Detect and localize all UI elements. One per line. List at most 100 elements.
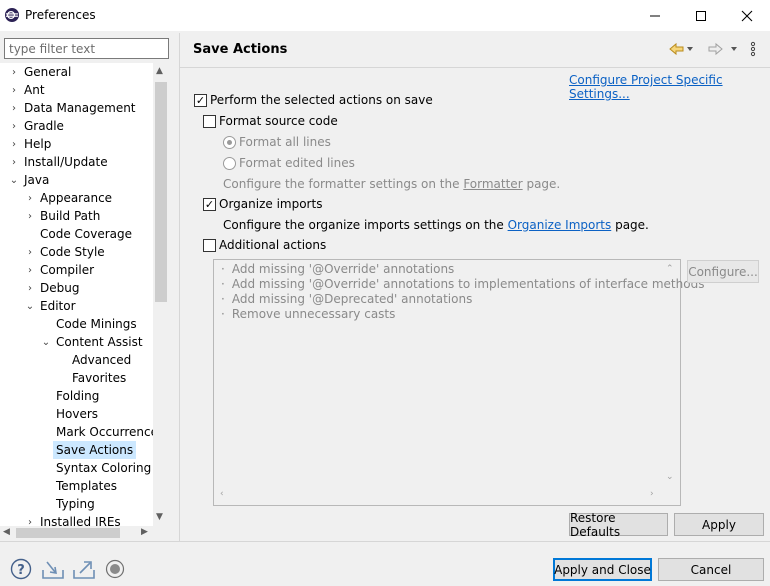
perform-actions-checkbox[interactable]: ✓ xyxy=(194,94,207,107)
formatter-link[interactable]: Formatter xyxy=(463,177,522,191)
format-edited-lines-label: Format edited lines xyxy=(239,156,355,170)
list-scroll-down-icon[interactable]: ⌄ xyxy=(666,472,674,482)
more-options-icon[interactable] xyxy=(749,41,757,57)
tree-expander-icon[interactable]: › xyxy=(9,117,19,135)
checkmark-icon: ✓ xyxy=(204,198,215,211)
tree-item[interactable]: Advanced xyxy=(72,351,131,369)
formatter-hint: Configure the formatter settings on the … xyxy=(223,177,560,191)
tree-item[interactable]: Favorites xyxy=(72,369,126,387)
minimize-icon xyxy=(650,15,660,16)
help-icon[interactable]: ? xyxy=(10,558,32,580)
tree-item[interactable]: Gradle xyxy=(24,117,64,135)
tree-expander-icon[interactable]: › xyxy=(9,99,19,117)
format-source-checkbox[interactable] xyxy=(203,115,216,128)
scroll-down-arrow-icon[interactable]: ▼ xyxy=(156,512,163,522)
tree-item[interactable]: Hovers xyxy=(56,405,98,423)
additional-actions-label: Additional actions xyxy=(219,238,327,252)
tree-expander-icon[interactable]: ⌄ xyxy=(25,297,35,315)
list-scroll-right-icon[interactable]: › xyxy=(650,489,654,499)
apply-button[interactable]: Apply xyxy=(674,513,764,536)
close-icon xyxy=(741,10,753,21)
tree-expander-icon[interactable]: › xyxy=(25,279,35,297)
checkmark-icon: ✓ xyxy=(195,94,206,107)
list-scroll-left-icon[interactable]: ‹ xyxy=(220,489,224,499)
tree-item[interactable]: Code Minings xyxy=(56,315,137,333)
scroll-up-arrow-icon[interactable]: ▲ xyxy=(156,66,163,76)
tree-item[interactable]: Content Assist xyxy=(56,333,143,351)
bullet-icon: · xyxy=(221,277,225,291)
tree-expander-icon[interactable]: › xyxy=(9,135,19,153)
configure-project-settings-link[interactable]: Configure Project Specific Settings... xyxy=(569,73,770,101)
tree-item[interactable]: Typing xyxy=(56,495,95,513)
list-scroll-up-icon[interactable]: ⌃ xyxy=(666,264,674,274)
tree-vertical-scroll-thumb[interactable] xyxy=(155,82,167,302)
svg-text:?: ? xyxy=(17,563,25,578)
tree-item[interactable]: Code Style xyxy=(40,243,105,261)
tree-expander-icon[interactable]: › xyxy=(9,81,19,99)
back-menu-chevron-icon[interactable] xyxy=(686,45,694,53)
scroll-left-arrow-icon[interactable]: ◀ xyxy=(3,527,10,537)
maximize-icon xyxy=(696,10,706,21)
organize-imports-checkbox[interactable]: ✓ xyxy=(203,198,216,211)
list-item: · Remove unnecessary casts xyxy=(221,307,395,321)
list-item-label: Add missing '@Override' annotations xyxy=(231,262,455,276)
cancel-button[interactable]: Cancel xyxy=(658,558,764,581)
formatter-hint-text: Configure the formatter settings on the xyxy=(223,177,460,191)
tree-item[interactable]: Help xyxy=(24,135,51,153)
tree-item[interactable]: Data Management xyxy=(24,99,136,117)
tree-item[interactable]: Syntax Coloring xyxy=(56,459,151,477)
bullet-icon: · xyxy=(221,307,225,321)
tree-item[interactable]: Java xyxy=(24,171,49,189)
tree-item[interactable]: Ant xyxy=(24,81,45,99)
tree-item[interactable]: Templates xyxy=(56,477,117,495)
export-icon[interactable] xyxy=(72,558,96,580)
tree-expander-icon[interactable]: ⌄ xyxy=(41,333,51,351)
organize-imports-link[interactable]: Organize Imports xyxy=(508,218,612,232)
format-edited-lines-radio[interactable] xyxy=(223,157,236,170)
tree-expander-icon[interactable]: › xyxy=(25,243,35,261)
tree-item[interactable]: Save Actions xyxy=(53,441,137,459)
filter-input[interactable] xyxy=(4,38,169,59)
tree-expander-icon[interactable]: ⌄ xyxy=(9,171,19,189)
back-arrow-icon[interactable] xyxy=(668,42,686,56)
format-source-label: Format source code xyxy=(219,114,338,128)
tree-horizontal-scroll-thumb[interactable] xyxy=(16,528,120,538)
tree-item[interactable]: Build Path xyxy=(40,207,100,225)
restore-defaults-button[interactable]: Restore Defaults xyxy=(569,511,668,539)
pane-divider xyxy=(179,33,180,541)
scroll-right-arrow-icon[interactable]: ▶ xyxy=(141,527,148,537)
configure-button[interactable]: Configure... xyxy=(687,260,759,283)
tree-item[interactable]: Compiler xyxy=(40,261,94,279)
tree-item[interactable]: Installed JREs xyxy=(40,513,121,526)
minimize-button[interactable] xyxy=(632,0,678,31)
tree-expander-icon[interactable]: › xyxy=(9,153,19,171)
tree-expander-icon[interactable]: › xyxy=(9,63,19,81)
list-item-label: Add missing '@Deprecated' annotations xyxy=(231,292,473,306)
tree-item[interactable]: Folding xyxy=(56,387,99,405)
tree-expander-icon[interactable]: › xyxy=(25,261,35,279)
tree-item[interactable]: Code Coverage xyxy=(40,225,132,243)
footer-divider xyxy=(0,541,770,542)
tree-item[interactable]: General xyxy=(24,63,71,81)
close-button[interactable] xyxy=(724,0,770,31)
organize-hint-suffix: page. xyxy=(615,218,649,232)
list-item: · Add missing '@Override' annotations xyxy=(221,262,454,276)
tree-expander-icon[interactable]: › xyxy=(25,189,35,207)
tree-item[interactable]: Install/Update xyxy=(24,153,108,171)
forward-menu-chevron-icon[interactable] xyxy=(730,45,738,53)
import-icon[interactable] xyxy=(41,558,65,580)
tree-expander-icon[interactable]: › xyxy=(25,513,35,527)
format-all-lines-radio[interactable] xyxy=(223,136,236,149)
tree-item[interactable]: Appearance xyxy=(40,189,112,207)
tree-item[interactable]: Editor xyxy=(40,297,76,315)
tree-expander-icon[interactable]: › xyxy=(25,207,35,225)
additional-actions-checkbox[interactable] xyxy=(203,239,216,252)
forward-arrow-icon[interactable] xyxy=(706,42,724,56)
page-title: Save Actions xyxy=(193,42,288,57)
maximize-button[interactable] xyxy=(678,0,724,31)
apply-and-close-button[interactable]: Apply and Close xyxy=(553,558,652,581)
tree-item[interactable]: Mark Occurrences xyxy=(56,423,153,441)
preference-tree: › General › Ant › Data Management › Gradle › Help… xyxy=(0,63,153,526)
tree-item[interactable]: Debug xyxy=(40,279,79,297)
record-icon[interactable] xyxy=(105,559,125,579)
